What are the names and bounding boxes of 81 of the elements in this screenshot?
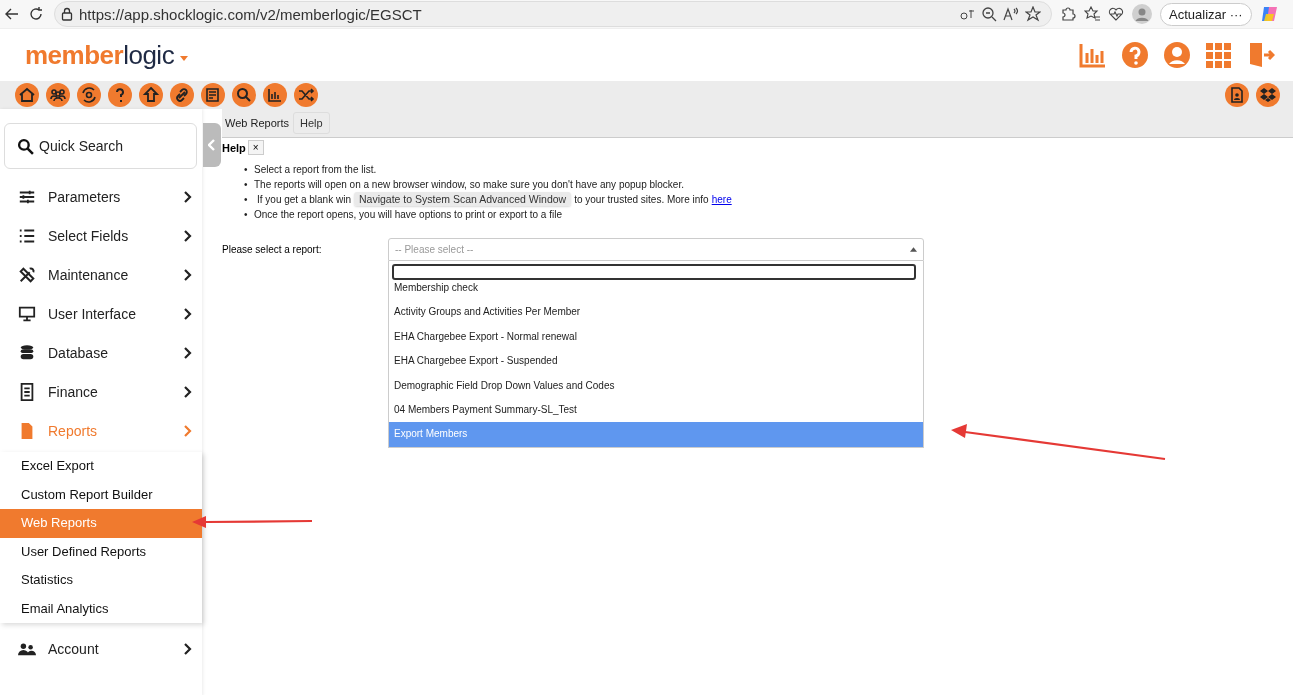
dropdown-option[interactable]: EHA Chargebee Export - Normal renewal [389,324,923,350]
bullet-marker: • [244,163,249,177]
update-button[interactable]: Actualizar ··· [1160,2,1252,26]
sidebar-item[interactable]: Parameters [0,177,202,216]
chevron-right-icon [184,229,192,242]
tools-icon [18,265,36,284]
logo[interactable]: memberlogic [25,39,175,71]
sidebar-item[interactable]: Database [0,333,202,372]
read-aloud-icon[interactable] [1003,6,1019,22]
chevron-right-icon [184,268,192,281]
caret-icon [910,247,917,252]
close-button[interactable]: × [247,140,264,155]
chevron-right-icon [184,190,192,203]
here-link[interactable]: here [711,194,732,205]
lock-icon [61,7,73,21]
dropdown-option[interactable]: Demographic Field Drop Down Values and Codes [389,373,923,398]
dropdown-option[interactable]: Membership check [389,276,923,301]
back-icon[interactable] [4,6,20,22]
tab[interactable]: Help [293,112,330,134]
chevron-right-icon [184,346,192,359]
shuffle-icon[interactable] [294,83,318,107]
copilot-icon[interactable] [1259,4,1280,24]
submenu-item[interactable]: User Defined Reports [0,537,202,566]
chevron-right-icon [184,307,192,320]
refresh-gear-icon[interactable] [77,83,101,107]
database-icon [18,343,36,362]
zoom-out-icon[interactable] [981,6,997,22]
help-text: If you get a blank win [257,194,351,205]
field-label: Please select a report: [222,243,323,257]
logout-icon[interactable] [1247,41,1275,69]
contact-card-icon[interactable] [1225,83,1249,107]
sidebar-item[interactable]: Select Fields [0,216,202,255]
notepad-icon[interactable] [201,83,225,107]
avatar-icon[interactable] [1132,4,1152,24]
heart-pulse-icon[interactable] [1108,6,1124,22]
sidebar-item[interactable]: Account [0,629,202,668]
receipt-icon [18,382,36,401]
people-icon[interactable] [46,83,70,107]
sidebar-item[interactable]: User Interface [0,294,202,333]
bullet-marker: • [244,193,249,207]
chevron-right-icon [184,642,192,655]
submenu-item[interactable]: Statistics [0,566,202,595]
search-icon [17,138,34,155]
monitor-icon [18,304,36,323]
bar-chart-icon[interactable] [263,83,287,107]
dropbox-icon[interactable] [1256,83,1280,107]
caret-icon[interactable] [180,55,189,61]
dropdown-option[interactable]: Activity Groups and Activities Per Member [389,300,923,325]
home-icon[interactable] [15,83,39,107]
dropdown-option[interactable]: EHA Chargebee Export - Suspended [389,349,923,374]
help-text: Once the report opens, you will have options to print or export to a file [254,208,562,220]
link-icon[interactable] [170,83,194,107]
grid-icon[interactable] [1205,41,1233,69]
tooltip: Navigate to System Scan Advanced Window [353,192,572,206]
chevron-right-icon [184,424,192,437]
search-icon[interactable] [232,83,256,107]
help-text: Select a report from the list. [254,164,377,175]
help-text: The reports will open on a new browser window, so make sure you don't have any popup blocker. [254,178,684,190]
tab[interactable]: Web Reports [223,114,291,132]
sidebar-item[interactable]: Finance [0,372,202,411]
sidebar-item[interactable]: Maintenance [0,255,202,294]
help-icon[interactable] [1121,41,1149,69]
user-icon[interactable] [1163,41,1191,69]
reload-icon[interactable] [28,6,44,22]
puzzle-icon[interactable] [1060,6,1076,22]
bullet-marker: • [244,177,249,192]
submenu-item[interactable]: Custom Report Builder [0,480,202,509]
help-title: Help [222,141,246,154]
help-text: to your trusted sites. More info [574,194,709,205]
search-field[interactable] [392,264,916,280]
chevron-left-icon [208,139,216,151]
star-icon[interactable] [1025,6,1041,22]
submenu-item[interactable]: Email Analytics [0,594,202,623]
quick-search-field[interactable]: Quick Search [4,123,197,169]
submenu-item[interactable]: Excel Export [0,452,202,481]
dropdown-option[interactable]: 04 Members Payment Summary-SL_Test [389,397,923,423]
favorites-icon[interactable] [1084,6,1100,22]
bullet-marker: • [244,207,249,222]
chevron-right-icon [184,385,192,398]
question-icon[interactable] [108,83,132,107]
address-bar[interactable]: https://app.shocklogic.com/v2/memberlogic/EGSCT [54,1,1052,27]
